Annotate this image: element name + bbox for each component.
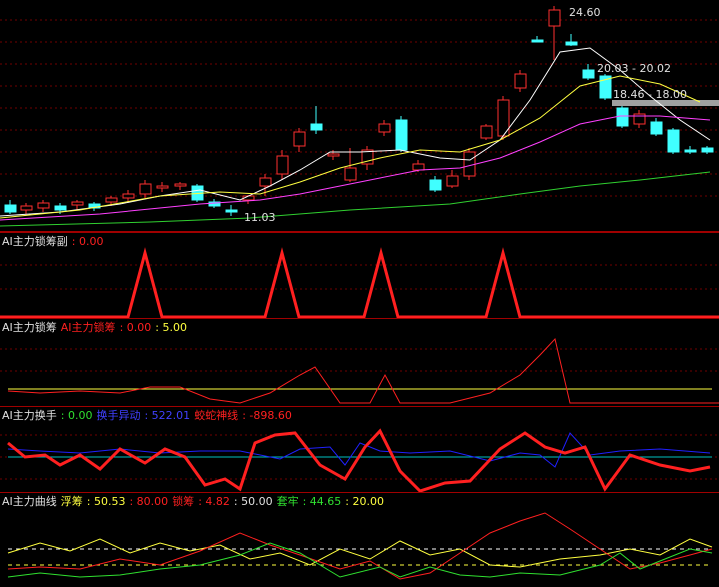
panel-title: AI主力锁筹	[2, 321, 57, 334]
series-value: : 0.00	[119, 321, 152, 334]
series-value: : -898.60	[242, 409, 292, 422]
lock-line	[7, 337, 719, 404]
turnover-blue-line	[7, 432, 711, 468]
candle-body	[310, 123, 323, 131]
candle-body	[429, 179, 442, 191]
high-price-label: 24.60	[569, 6, 601, 19]
kline-chart[interactable]	[0, 0, 719, 232]
candle-body	[650, 121, 663, 135]
candle-body	[531, 39, 544, 43]
candle-body	[105, 197, 118, 203]
candle-body	[514, 73, 527, 89]
candle-body	[122, 193, 135, 199]
lock-sub-panel[interactable]: AI主力锁筹副: 0.00	[0, 232, 719, 319]
lock-header: AI主力锁筹 AI主力锁筹: 0.00: 5.00	[2, 321, 191, 334]
ma-value-label-2: 18.46 - 18.00	[613, 88, 687, 101]
series-value: : 4.82	[198, 495, 230, 508]
lock-curve-line	[7, 512, 713, 580]
candle-body	[4, 204, 17, 213]
series-name: 锁筹	[172, 495, 195, 508]
ma-value-label-1: 20.03 - 20.02	[597, 62, 671, 75]
turnover-panel[interactable]: AI主力换手: 0.00 换手异动: 522.01 蛟蛇神线: -898.60	[0, 406, 719, 493]
candle-body	[667, 129, 680, 153]
series-value: : 0.00	[60, 409, 93, 422]
candle-body	[156, 185, 169, 189]
candle-body	[71, 201, 84, 206]
series-value: : 50.53	[86, 495, 126, 508]
candle-body	[378, 123, 391, 133]
series-value: : 522.01	[144, 409, 191, 422]
candle-body	[446, 175, 459, 187]
series-name: 换手异动	[96, 409, 141, 422]
candle-body	[701, 147, 714, 153]
candle-body	[582, 69, 595, 79]
indicator-value: : 0.00	[71, 235, 104, 248]
candle-body	[565, 41, 578, 46]
series-value: : 50.00	[233, 495, 273, 508]
curve-header: AI主力曲线 浮筹: 50.53: 80.00 锁筹: 4.82: 50.00 套牢:…	[2, 495, 388, 508]
spike-line	[0, 247, 719, 319]
turnover-header: AI主力换手: 0.00 换手异动: 522.01 蛟蛇神线: -898.60	[2, 409, 296, 422]
candle-body	[344, 167, 357, 181]
trap-line	[7, 542, 713, 578]
candle-body	[327, 153, 340, 157]
lock-sub-header: AI主力锁筹副: 0.00	[2, 235, 107, 248]
series-name: 蛟蛇神线	[194, 409, 239, 422]
panel-title: AI主力换手	[2, 409, 57, 422]
series-value: : 44.65	[302, 495, 342, 508]
panel-title: AI主力锁筹副	[2, 235, 68, 248]
candle-body	[174, 183, 187, 187]
curve-panel[interactable]: AI主力曲线 浮筹: 50.53: 80.00 锁筹: 4.82: 50.00 套牢:…	[0, 492, 719, 586]
ma-line-yellow	[0, 75, 701, 219]
candle-body	[548, 9, 561, 27]
candle-body	[412, 163, 425, 171]
candle-body	[480, 125, 493, 139]
lock-panel[interactable]: AI主力锁筹 AI主力锁筹: 0.00: 5.00	[0, 318, 719, 406]
candle-body	[20, 205, 33, 211]
candle-body	[395, 119, 408, 151]
turnover-red-line	[7, 428, 711, 493]
candle-body	[259, 177, 272, 187]
series-value: : 5.00	[155, 321, 187, 334]
candle-body	[54, 205, 67, 211]
series-name: AI主力锁筹	[60, 321, 116, 334]
candle-body	[225, 209, 238, 213]
candle-body	[276, 155, 289, 175]
candle-body	[616, 107, 629, 127]
series-value: : 20.00	[345, 495, 384, 508]
candle-body	[684, 149, 697, 153]
series-name: 套牢	[276, 495, 299, 508]
panel-title: AI主力曲线	[2, 495, 57, 508]
candle-body	[463, 151, 476, 177]
candle-body	[139, 183, 152, 195]
candle-body	[37, 202, 50, 209]
candle-body	[293, 131, 306, 147]
kline-panel[interactable]: 24.60 11.03 20.03 - 20.02 18.46 - 18.00	[0, 0, 719, 232]
series-name: 浮筹	[60, 495, 83, 508]
low-price-label: 11.03	[244, 211, 276, 224]
series-value: : 80.00	[129, 495, 169, 508]
lock-sub-chart	[0, 247, 719, 319]
